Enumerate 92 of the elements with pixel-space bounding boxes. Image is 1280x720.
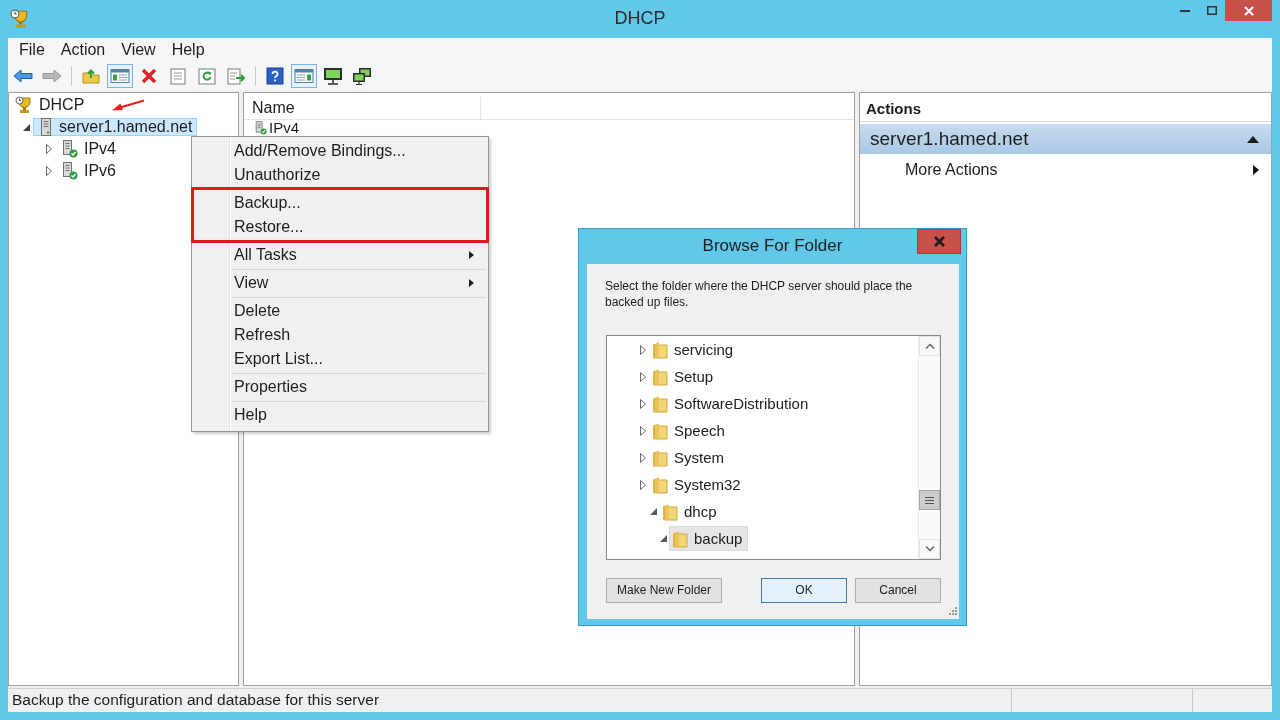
- action-pane-button[interactable]: [291, 64, 317, 88]
- folder-item[interactable]: backup: [669, 526, 749, 551]
- close-icon: [1243, 5, 1254, 16]
- resize-grip-icon[interactable]: [947, 607, 957, 617]
- collapsed-triangle-icon[interactable]: [46, 144, 52, 154]
- menu-item[interactable]: Refresh: [192, 323, 488, 347]
- collapse-triangle-icon[interactable]: [1247, 135, 1259, 143]
- collapsed-triangle-icon[interactable]: [46, 166, 52, 176]
- folder-icon: [651, 340, 669, 359]
- folder-icon: [651, 367, 669, 386]
- folder-item[interactable]: servicing: [649, 337, 740, 362]
- tree-item[interactable]: DHCP: [9, 96, 90, 114]
- section-header[interactable]: server1.hamed.net: [860, 124, 1271, 154]
- list-item[interactable]: IPv4: [255, 120, 299, 135]
- scrollbar[interactable]: [918, 336, 940, 559]
- expanded-triangle-icon[interactable]: [650, 508, 657, 515]
- status-text: Backup the configuration and database for this server: [12, 691, 380, 710]
- menu-item[interactable]: View: [192, 271, 488, 295]
- menu-item[interactable]: Delete: [192, 299, 488, 323]
- collapsed-triangle-icon[interactable]: [640, 479, 646, 490]
- dialog-button[interactable]: Make New Folder: [606, 578, 723, 603]
- trophy-icon: [10, 9, 30, 29]
- expanded-triangle-icon[interactable]: [22, 123, 30, 131]
- server-check-icon: [62, 140, 78, 158]
- help-icon: [266, 67, 284, 85]
- dialog-button[interactable]: OK: [761, 578, 847, 603]
- console-tree-button[interactable]: [107, 64, 133, 88]
- folder-icon: [651, 421, 669, 440]
- trophy-icon: [15, 96, 33, 114]
- menu-item[interactable]: Add/Remove Bindings...: [192, 139, 488, 163]
- menu-item[interactable]: Restore...: [194, 215, 486, 239]
- collapsed-triangle-icon[interactable]: [640, 344, 646, 355]
- menu-item[interactable]: Help: [163, 40, 213, 60]
- close-button[interactable]: [1225, 0, 1272, 21]
- monitor-icon: [323, 67, 343, 85]
- action-item[interactable]: More Actions: [860, 158, 1271, 182]
- dialog-button[interactable]: Cancel: [855, 578, 941, 603]
- collapsed-triangle-icon[interactable]: [640, 425, 646, 436]
- dialog-title: Browse For Folder: [702, 236, 843, 257]
- folder-item[interactable]: System32: [649, 472, 747, 497]
- tree-item[interactable]: IPv6: [56, 162, 121, 180]
- window-panes-icon: [110, 68, 130, 84]
- tree-item[interactable]: server1.hamed.net: [33, 118, 198, 136]
- folder-item[interactable]: Setup: [649, 364, 720, 389]
- menu-item[interactable]: Action: [52, 40, 114, 60]
- menu-item[interactable]: Help: [192, 403, 488, 427]
- menu-item[interactable]: Unauthorize: [192, 163, 488, 187]
- folder-item[interactable]: Speech: [649, 418, 731, 443]
- window-title: DHCP: [614, 8, 666, 30]
- menu-item[interactable]: View: [113, 40, 164, 60]
- folder-arrow-icon: [82, 68, 100, 84]
- pane-title: Actions: [860, 97, 1271, 122]
- folder-icon: [671, 529, 689, 548]
- refresh-icon: [198, 67, 216, 85]
- grip-lines-icon: [925, 496, 934, 504]
- menu-item[interactable]: Properties: [192, 375, 488, 399]
- window-panes-icon: [294, 68, 314, 84]
- scrollbar-thumb[interactable]: [919, 490, 940, 510]
- dialog-message: Select the folder where the DHCP server should place the backed up files.: [605, 278, 914, 310]
- chevron-down-icon: [924, 546, 935, 552]
- collapsed-triangle-icon[interactable]: [640, 398, 646, 409]
- folder-icon: [651, 448, 669, 467]
- minimize-icon: [1179, 9, 1190, 12]
- delete-icon: [140, 67, 158, 85]
- folder-item[interactable]: dhcp: [659, 499, 723, 524]
- scroll-up-button[interactable]: [919, 336, 940, 356]
- scroll-down-button[interactable]: [919, 539, 940, 559]
- close-button[interactable]: [917, 229, 961, 254]
- right-arrow-icon: [42, 68, 62, 84]
- collapsed-triangle-icon[interactable]: [640, 452, 646, 463]
- close-icon: [933, 236, 945, 247]
- menu-item[interactable]: Export List...: [192, 347, 488, 371]
- folder-icon: [651, 475, 669, 494]
- server-icon: [39, 118, 53, 136]
- sheet-icon: [169, 67, 187, 85]
- server-check-icon: [62, 162, 78, 180]
- expanded-triangle-icon[interactable]: [660, 535, 667, 542]
- folder-icon: [651, 394, 669, 413]
- folder-item[interactable]: SoftwareDistribution: [649, 391, 815, 416]
- maximize-icon: [1206, 6, 1217, 15]
- export-icon: [226, 67, 246, 85]
- two-monitors-icon: [352, 67, 372, 85]
- folder-item[interactable]: System: [649, 445, 730, 470]
- folder-icon: [661, 502, 679, 521]
- menu-item[interactable]: Backup...: [194, 191, 486, 215]
- column-header[interactable]: Name: [244, 97, 481, 119]
- collapsed-triangle-icon[interactable]: [640, 371, 646, 382]
- tree-item[interactable]: IPv4: [56, 140, 121, 158]
- menu-item[interactable]: All Tasks: [192, 243, 488, 267]
- menu-item[interactable]: File: [11, 40, 53, 60]
- chevron-up-icon: [924, 343, 935, 349]
- left-arrow-icon: [13, 68, 33, 84]
